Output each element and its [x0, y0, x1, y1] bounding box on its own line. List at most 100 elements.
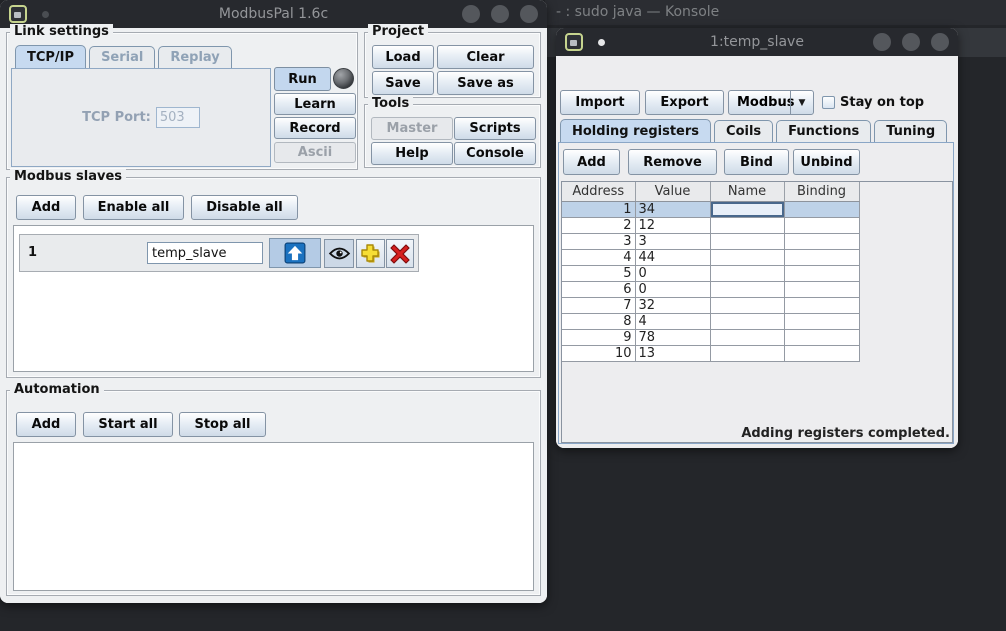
name-cell[interactable]	[710, 265, 784, 281]
minimize-button[interactable]	[462, 5, 480, 23]
value-header[interactable]: Value	[635, 182, 710, 201]
value-cell[interactable]: 44	[635, 249, 710, 265]
address-cell[interactable]: 3	[562, 233, 635, 249]
run-button[interactable]: Run	[274, 67, 331, 91]
name-cell[interactable]	[710, 249, 784, 265]
tab-functions[interactable]: Functions	[776, 120, 871, 142]
tab-holding-registers[interactable]: Holding registers	[560, 119, 711, 142]
register-bind-button[interactable]: Bind	[724, 149, 789, 175]
value-cell[interactable]: 0	[635, 265, 710, 281]
value-cell[interactable]: 78	[635, 329, 710, 345]
binding-cell[interactable]	[784, 265, 859, 281]
clear-button[interactable]: Clear	[437, 45, 534, 69]
register-remove-button[interactable]: Remove	[628, 149, 717, 175]
table-row[interactable]: 5 0	[562, 265, 859, 281]
table-row[interactable]: 3 3	[562, 233, 859, 249]
address-cell[interactable]: 8	[562, 313, 635, 329]
table-row[interactable]: 6 0	[562, 281, 859, 297]
address-cell[interactable]: 1	[562, 201, 635, 217]
value-cell[interactable]: 12	[635, 217, 710, 233]
name-cell[interactable]	[710, 217, 784, 233]
automation-add-button[interactable]: Add	[16, 412, 76, 437]
load-button[interactable]: Load	[372, 45, 434, 69]
tab-tuning[interactable]: Tuning	[874, 120, 947, 142]
binding-cell[interactable]	[784, 217, 859, 233]
address-cell[interactable]: 9	[562, 329, 635, 345]
console-button[interactable]: Console	[454, 142, 536, 165]
registers-scrollpane[interactable]: Address Value Name Binding 1 34 2 12	[561, 181, 953, 443]
save-button[interactable]: Save	[372, 71, 434, 95]
table-row[interactable]: 2 12	[562, 217, 859, 233]
binding-header[interactable]: Binding	[784, 182, 859, 201]
table-row[interactable]: 9 78	[562, 329, 859, 345]
tab-replay[interactable]: Replay	[158, 46, 231, 68]
enable-slave-button[interactable]	[269, 238, 321, 268]
duplicate-slave-button[interactable]	[356, 239, 385, 268]
value-cell[interactable]: 13	[635, 345, 710, 361]
learn-button[interactable]: Learn	[274, 93, 356, 115]
name-cell[interactable]	[710, 329, 784, 345]
slave-add-button[interactable]: Add	[16, 195, 76, 220]
registers-table[interactable]: Address Value Name Binding 1 34 2 12	[562, 182, 860, 362]
address-cell[interactable]: 2	[562, 217, 635, 233]
register-add-button[interactable]: Add	[563, 149, 620, 175]
binding-cell[interactable]	[784, 201, 859, 217]
close-button[interactable]	[520, 5, 538, 23]
slave-editor-titlebar[interactable]: 1:temp_slave	[556, 28, 958, 56]
record-button[interactable]: Record	[274, 117, 356, 139]
binding-cell[interactable]	[784, 329, 859, 345]
address-cell[interactable]: 5	[562, 265, 635, 281]
delete-slave-button[interactable]	[386, 239, 414, 268]
maximize-button[interactable]	[491, 5, 509, 23]
tab-coils[interactable]: Coils	[714, 120, 773, 142]
tab-serial[interactable]: Serial	[89, 46, 155, 68]
slave-row[interactable]: 1	[19, 234, 419, 272]
binding-cell[interactable]	[784, 297, 859, 313]
name-cell[interactable]	[710, 281, 784, 297]
disable-all-button[interactable]: Disable all	[191, 195, 298, 220]
tab-tcpip[interactable]: TCP/IP	[15, 45, 86, 68]
binding-cell[interactable]	[784, 249, 859, 265]
table-row[interactable]: 8 4	[562, 313, 859, 329]
value-cell[interactable]: 32	[635, 297, 710, 313]
name-cell[interactable]	[710, 345, 784, 361]
minimize-button[interactable]	[873, 33, 891, 51]
help-button[interactable]: Help	[371, 142, 453, 165]
stay-on-top-checkbox[interactable]	[822, 96, 835, 109]
show-slave-button[interactable]	[324, 239, 354, 268]
table-row[interactable]: 1 34	[562, 201, 859, 217]
address-cell[interactable]: 7	[562, 297, 635, 313]
binding-cell[interactable]	[784, 233, 859, 249]
start-all-button[interactable]: Start all	[83, 412, 173, 437]
slave-name-input[interactable]	[147, 242, 263, 264]
maximize-button[interactable]	[902, 33, 920, 51]
name-cell[interactable]	[710, 313, 784, 329]
binding-cell[interactable]	[784, 345, 859, 361]
address-header[interactable]: Address	[562, 182, 635, 201]
scripts-button[interactable]: Scripts	[454, 117, 536, 140]
address-cell[interactable]: 4	[562, 249, 635, 265]
binding-cell[interactable]	[784, 281, 859, 297]
tcp-port-input[interactable]	[156, 107, 200, 128]
save-as-button[interactable]: Save as	[437, 71, 534, 95]
value-cell[interactable]: 4	[635, 313, 710, 329]
chevron-down-icon[interactable]: ▼	[790, 91, 813, 114]
name-cell[interactable]	[710, 233, 784, 249]
value-cell[interactable]: 0	[635, 281, 710, 297]
name-cell-editing[interactable]	[710, 201, 784, 217]
name-header[interactable]: Name	[710, 182, 784, 201]
value-cell[interactable]: 3	[635, 233, 710, 249]
table-row[interactable]: 10 13	[562, 345, 859, 361]
protocol-combo[interactable]: Modbus ▼	[728, 90, 814, 115]
table-row[interactable]: 4 44	[562, 249, 859, 265]
export-button[interactable]: Export	[645, 90, 724, 115]
value-cell[interactable]: 34	[635, 201, 710, 217]
binding-cell[interactable]	[784, 313, 859, 329]
close-button[interactable]	[931, 33, 949, 51]
stop-all-button[interactable]: Stop all	[179, 412, 266, 437]
table-row[interactable]: 7 32	[562, 297, 859, 313]
enable-all-button[interactable]: Enable all	[83, 195, 184, 220]
import-button[interactable]: Import	[560, 90, 640, 115]
name-cell[interactable]	[710, 297, 784, 313]
address-cell[interactable]: 10	[562, 345, 635, 361]
